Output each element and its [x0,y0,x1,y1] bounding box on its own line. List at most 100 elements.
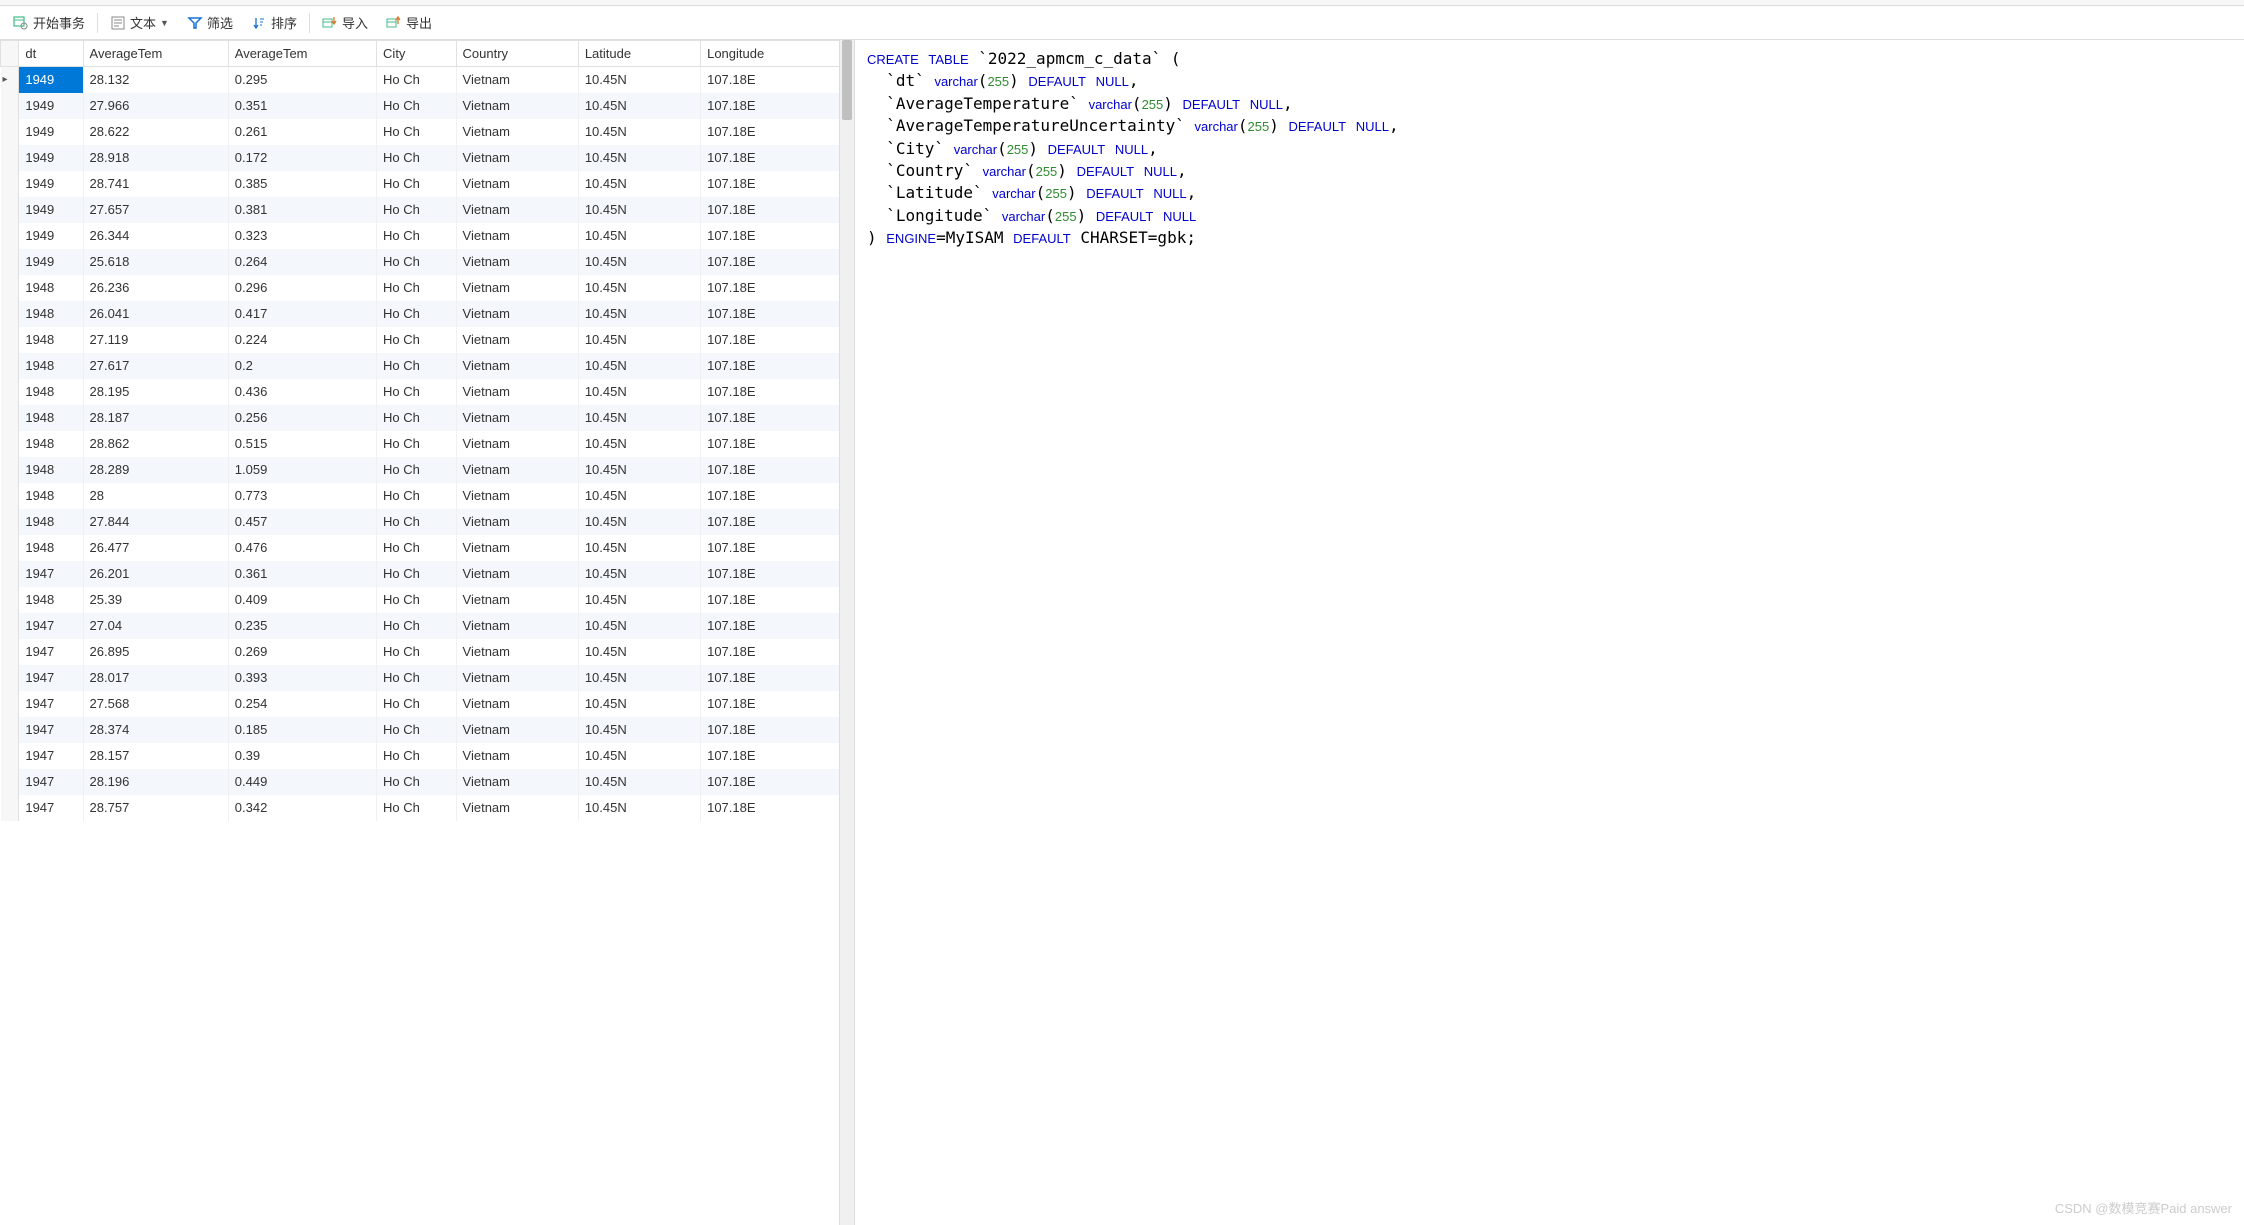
table-cell[interactable]: 107.18E [701,743,854,769]
table-cell[interactable]: Ho Ch [377,301,456,327]
table-cell[interactable]: Ho Ch [377,171,456,197]
column-header[interactable]: AverageTem [83,41,228,67]
table-cell[interactable]: 0.409 [228,587,376,613]
table-cell[interactable]: Vietnam [456,249,578,275]
table-cell[interactable]: 1948 [19,301,83,327]
table-cell[interactable]: 0.295 [228,67,376,93]
table-cell[interactable]: 10.45N [578,613,700,639]
table-row[interactable]: 194826.0410.417Ho ChVietnam10.45N107.18E [1,301,854,327]
table-cell[interactable]: 0.323 [228,223,376,249]
table-cell[interactable]: 10.45N [578,353,700,379]
table-cell[interactable]: 1949 [19,145,83,171]
table-cell[interactable]: 1948 [19,405,83,431]
table-cell[interactable]: Ho Ch [377,509,456,535]
table-cell[interactable]: 28.741 [83,171,228,197]
table-cell[interactable]: Vietnam [456,431,578,457]
scrollbar-thumb[interactable] [842,40,852,120]
table-row[interactable]: 194826.4770.476Ho ChVietnam10.45N107.18E [1,535,854,561]
table-cell[interactable]: 107.18E [701,93,854,119]
table-cell[interactable]: 1949 [19,67,83,93]
table-cell[interactable]: 0.361 [228,561,376,587]
table-cell[interactable]: Vietnam [456,457,578,483]
table-cell[interactable]: Vietnam [456,275,578,301]
import-button[interactable]: 导入 [314,10,376,35]
table-cell[interactable]: 0.235 [228,613,376,639]
table-cell[interactable]: 1947 [19,717,83,743]
table-cell[interactable]: Vietnam [456,587,578,613]
table-cell[interactable]: Ho Ch [377,93,456,119]
table-cell[interactable]: Ho Ch [377,249,456,275]
table-cell[interactable]: Vietnam [456,145,578,171]
table-cell[interactable]: 107.18E [701,613,854,639]
table-cell[interactable]: 0.39 [228,743,376,769]
table-cell[interactable]: 28.195 [83,379,228,405]
table-cell[interactable]: 10.45N [578,431,700,457]
table-cell[interactable]: 1947 [19,769,83,795]
table-row[interactable]: 194726.8950.269Ho ChVietnam10.45N107.18E [1,639,854,665]
table-cell[interactable]: 0.296 [228,275,376,301]
table-cell[interactable]: 1949 [19,93,83,119]
table-row[interactable]: 194727.5680.254Ho ChVietnam10.45N107.18E [1,691,854,717]
table-row[interactable]: 194728.1570.39Ho ChVietnam10.45N107.18E [1,743,854,769]
export-button[interactable]: 导出 [378,10,440,35]
table-cell[interactable]: 26.201 [83,561,228,587]
table-cell[interactable]: 10.45N [578,145,700,171]
table-cell[interactable]: Vietnam [456,353,578,379]
table-row[interactable]: 194828.1870.256Ho ChVietnam10.45N107.18E [1,405,854,431]
table-cell[interactable]: Ho Ch [377,587,456,613]
table-cell[interactable]: 107.18E [701,587,854,613]
table-cell[interactable]: Ho Ch [377,275,456,301]
table-cell[interactable]: 0.351 [228,93,376,119]
table-cell[interactable]: Vietnam [456,119,578,145]
table-cell[interactable]: Vietnam [456,93,578,119]
sql-editor[interactable]: CREATE TABLE `2022_apmcm_c_data` ( `dt` … [855,40,2244,1225]
table-cell[interactable]: 28.132 [83,67,228,93]
table-cell[interactable]: 0.476 [228,535,376,561]
table-cell[interactable]: 107.18E [701,483,854,509]
table-cell[interactable]: Ho Ch [377,145,456,171]
table-cell[interactable]: Ho Ch [377,717,456,743]
table-row[interactable]: 194927.6570.381Ho ChVietnam10.45N107.18E [1,197,854,223]
table-cell[interactable]: 107.18E [701,67,854,93]
table-cell[interactable]: 0.261 [228,119,376,145]
table-row[interactable]: 194727.040.235Ho ChVietnam10.45N107.18E [1,613,854,639]
table-cell[interactable]: 26.344 [83,223,228,249]
table-cell[interactable]: Vietnam [456,795,578,821]
table-cell[interactable]: Vietnam [456,405,578,431]
table-cell[interactable]: 10.45N [578,691,700,717]
table-row[interactable]: 1948280.773Ho ChVietnam10.45N107.18E [1,483,854,509]
table-cell[interactable]: 28.862 [83,431,228,457]
table-cell[interactable]: 1947 [19,743,83,769]
table-row[interactable]: 194728.1960.449Ho ChVietnam10.45N107.18E [1,769,854,795]
table-cell[interactable]: 107.18E [701,275,854,301]
table-cell[interactable]: 1948 [19,379,83,405]
table-cell[interactable]: 1948 [19,483,83,509]
table-cell[interactable]: 1948 [19,327,83,353]
table-cell[interactable]: Ho Ch [377,457,456,483]
table-cell[interactable]: 28.757 [83,795,228,821]
table-cell[interactable]: 0.342 [228,795,376,821]
table-cell[interactable]: Vietnam [456,769,578,795]
table-row[interactable]: 194728.0170.393Ho ChVietnam10.45N107.18E [1,665,854,691]
table-cell[interactable]: 27.844 [83,509,228,535]
table-cell[interactable]: 10.45N [578,275,700,301]
data-grid[interactable]: dtAverageTemAverageTemCityCountryLatitud… [0,40,854,821]
table-cell[interactable]: 107.18E [701,379,854,405]
table-cell[interactable]: 10.45N [578,301,700,327]
table-cell[interactable]: 26.895 [83,639,228,665]
table-cell[interactable]: 0.172 [228,145,376,171]
table-cell[interactable]: 10.45N [578,483,700,509]
table-cell[interactable]: 107.18E [701,457,854,483]
table-cell[interactable]: Ho Ch [377,535,456,561]
table-cell[interactable]: 10.45N [578,587,700,613]
table-cell[interactable]: 10.45N [578,795,700,821]
table-cell[interactable]: 10.45N [578,665,700,691]
table-cell[interactable]: 10.45N [578,171,700,197]
table-cell[interactable]: 10.45N [578,223,700,249]
table-cell[interactable]: 28.017 [83,665,228,691]
table-cell[interactable]: Ho Ch [377,379,456,405]
table-cell[interactable]: 10.45N [578,379,700,405]
table-cell[interactable]: 25.39 [83,587,228,613]
table-cell[interactable]: 107.18E [701,561,854,587]
table-cell[interactable]: Vietnam [456,301,578,327]
